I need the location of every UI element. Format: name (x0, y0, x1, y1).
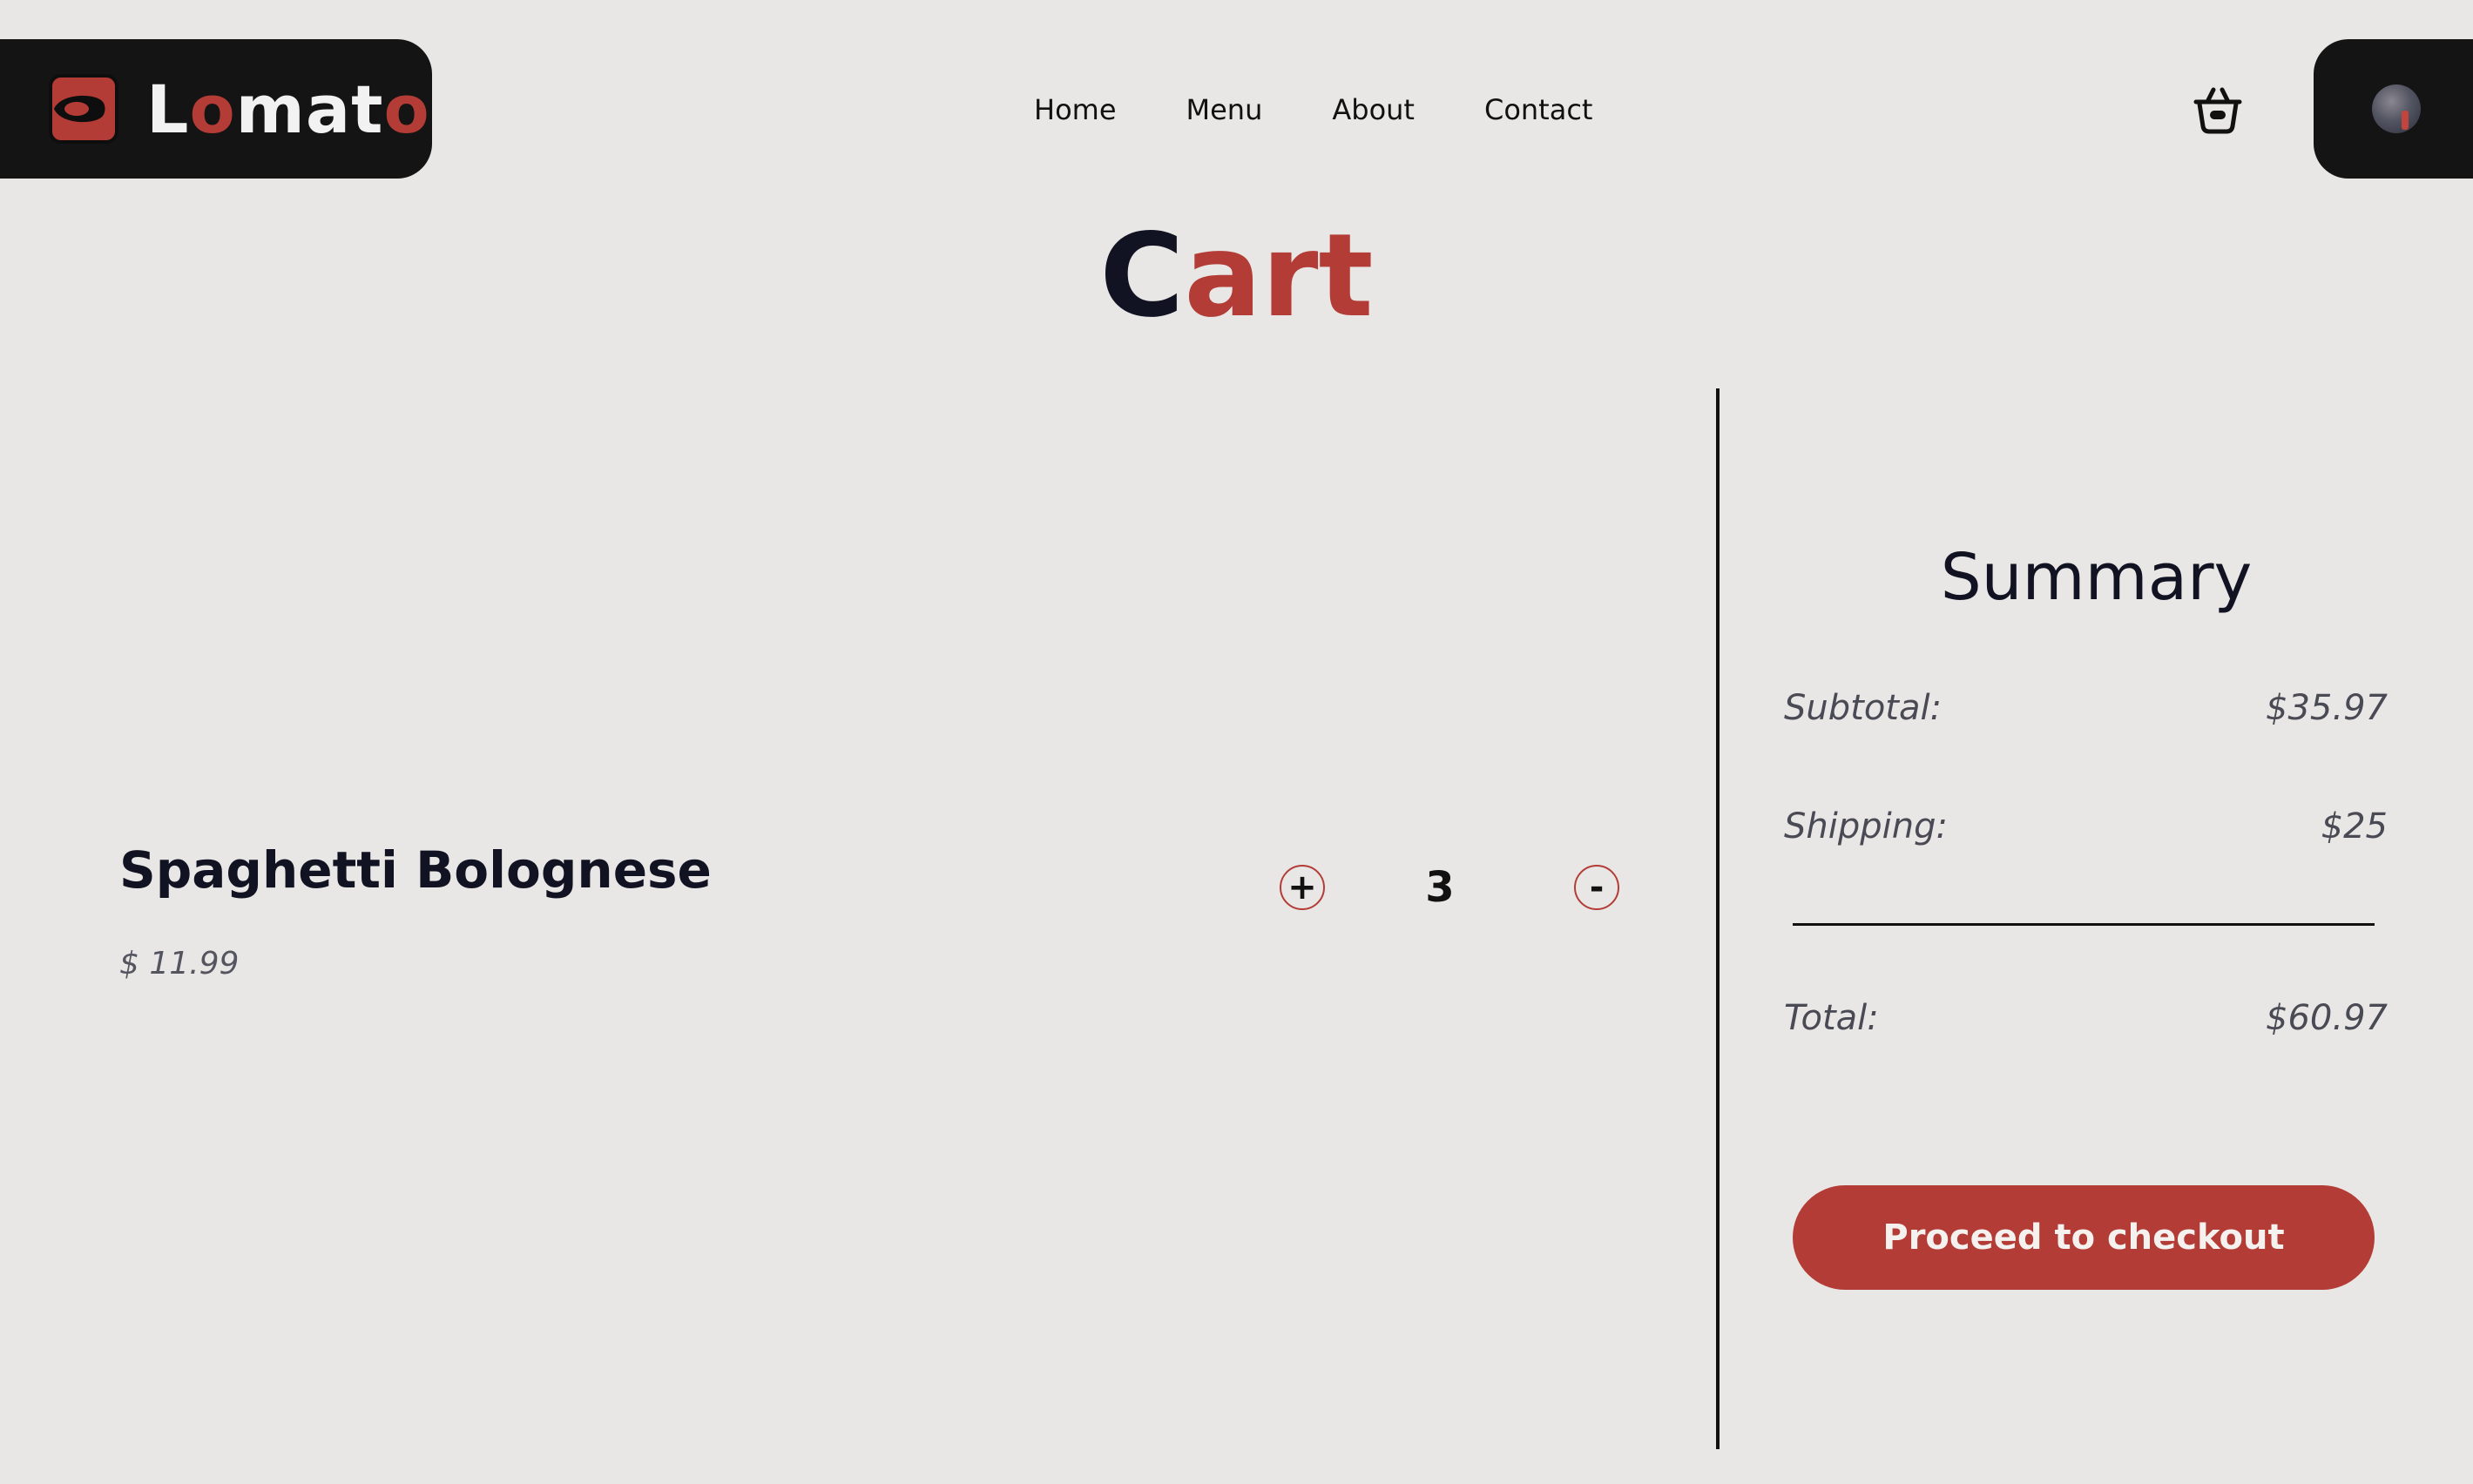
main-nav: Home Menu About Contact (1034, 87, 1592, 132)
nav-home-link[interactable]: Home (1034, 93, 1117, 126)
brand-name-part: o (383, 70, 430, 148)
cart-item-quantity: 3 (1425, 863, 1455, 912)
increase-quantity-button[interactable]: + (1280, 865, 1325, 910)
total-label: Total: (1784, 998, 1879, 1038)
subtotal-value: $35.97 (2266, 688, 2388, 728)
brand-logo-block[interactable]: Lo mat o (0, 39, 432, 179)
brand-name-part: L (146, 70, 190, 148)
user-avatar[interactable] (2372, 84, 2421, 133)
page-title: Cart (0, 202, 2473, 350)
nav-about-link[interactable]: About (1332, 93, 1415, 126)
page-title-part: art (1184, 209, 1374, 343)
brand-name-part: o (189, 70, 236, 148)
nav-menu-link[interactable]: Menu (1186, 93, 1263, 126)
subtotal-label: Subtotal: (1784, 688, 1943, 728)
cart-item-name: Spaghetti Bolognese (119, 840, 712, 900)
shipping-value: $25 (2321, 806, 2388, 847)
cart-button[interactable] (2186, 78, 2249, 141)
total-value: $60.97 (2266, 998, 2388, 1038)
basket-icon (2193, 87, 2242, 134)
brand-name-part: mat (235, 70, 384, 148)
brand-name: Lo mat o (146, 39, 430, 179)
profile-block[interactable] (2314, 39, 2473, 179)
summary-title: Summary (1940, 540, 2253, 615)
page-title-part: C (1099, 209, 1185, 343)
decrease-quantity-button[interactable]: - (1574, 865, 1619, 910)
lomato-logo-icon (49, 74, 118, 144)
shipping-label: Shipping: (1784, 806, 1948, 847)
cart-item-price: $ 11.99 (119, 946, 240, 981)
proceed-to-checkout-button[interactable]: Proceed to checkout (1793, 1185, 2375, 1290)
summary-divider (1793, 923, 2375, 926)
nav-contact-link[interactable]: Contact (1484, 93, 1593, 126)
